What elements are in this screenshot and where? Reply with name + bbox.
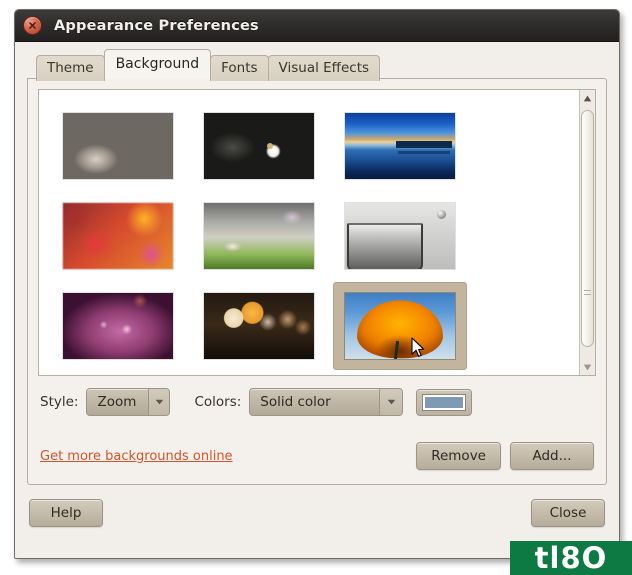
appearance-preferences-window: Appearance Preferences Theme Background … [14, 9, 620, 559]
background-options-row: Style: Zoom Colors: Solid color [38, 388, 596, 416]
triangle-up-glyph [583, 95, 592, 101]
tab-theme[interactable]: Theme [36, 55, 105, 81]
scrollbar-thumb[interactable] [581, 110, 594, 348]
style-dropdown[interactable]: Zoom [86, 388, 171, 416]
wallpaper-thumbnail [204, 113, 314, 179]
color-picker-button[interactable] [416, 388, 473, 416]
style-value: Zoom [97, 394, 137, 410]
wallpaper-icon-view[interactable] [39, 90, 579, 375]
colors-value: Solid color [260, 394, 331, 410]
wallpaper-grid [51, 102, 579, 372]
triangle-down-icon[interactable] [581, 361, 595, 373]
style-label: Style: [40, 394, 79, 410]
chevron-down-glyph [387, 399, 396, 405]
background-actions-row: Get more backgrounds online Remove Add..… [38, 442, 596, 474]
wallpaper-item-bokeh-lights[interactable] [192, 282, 326, 370]
scrollbar-grip [584, 289, 591, 295]
wallpaper-list-scrollbar[interactable] [579, 90, 595, 375]
triangle-up-icon[interactable] [581, 92, 595, 104]
watermark-text: tl8O [534, 541, 608, 575]
close-button[interactable]: Close [531, 499, 605, 527]
wallpaper-thumbnail [345, 293, 455, 359]
wallpaper-thumbnail [204, 293, 314, 359]
wallpaper-item-glass-water-bw[interactable] [333, 192, 467, 280]
add-button[interactable]: Add... [510, 442, 594, 470]
wallpaper-thumbnail [345, 203, 455, 269]
colors-dropdown[interactable]: Solid color [249, 388, 404, 416]
tab-fonts[interactable]: Fonts [210, 55, 269, 81]
colors-label: Colors: [194, 394, 242, 410]
window-title: Appearance Preferences [54, 17, 259, 34]
wallpaper-list [38, 89, 596, 376]
wallpaper-thumbnail [204, 203, 314, 269]
wallpaper-thumbnail [63, 203, 173, 269]
color-swatch [423, 394, 466, 410]
chevron-down-icon [379, 389, 403, 415]
tab-visual-effects[interactable]: Visual Effects [267, 55, 381, 81]
chevron-down-icon [148, 389, 170, 415]
tab-bar: Theme Background Fonts Visual Effects [27, 49, 607, 81]
close-x-glyph [29, 22, 36, 29]
window-body: Theme Background Fonts Visual Effects St… [15, 42, 619, 558]
wallpaper-thumbnail [345, 113, 455, 179]
wallpaper-item-white-flower-black[interactable] [192, 102, 326, 190]
remove-button[interactable]: Remove [416, 442, 501, 470]
wallpaper-item-misty-green-grass[interactable] [192, 192, 326, 280]
wallpaper-item-purple-glow[interactable] [51, 282, 185, 370]
triangle-down-glyph [583, 364, 592, 370]
chevron-down-glyph [155, 399, 164, 405]
help-button[interactable]: Help [29, 499, 103, 527]
watermark-badge: tl8O [510, 541, 632, 575]
wallpaper-thumbnail [63, 293, 173, 359]
background-tab-panel: Style: Zoom Colors: Solid color Get more… [27, 78, 607, 485]
get-more-backgrounds-link[interactable]: Get more backgrounds online [40, 449, 233, 464]
tab-background[interactable]: Background [103, 49, 212, 79]
wallpaper-item-red-orange-blur[interactable] [51, 192, 185, 280]
wallpaper-item-stones[interactable] [51, 102, 185, 190]
close-icon[interactable] [23, 16, 42, 35]
wallpaper-item-orange-poppy-sky[interactable] [333, 282, 467, 370]
window-titlebar: Appearance Preferences [15, 10, 619, 42]
scrollbar-track[interactable] [581, 105, 594, 360]
wallpaper-buttons: Remove Add... [416, 442, 594, 470]
wallpaper-item-pier-sunset-blue[interactable] [333, 102, 467, 190]
wallpaper-thumbnail [63, 113, 173, 179]
